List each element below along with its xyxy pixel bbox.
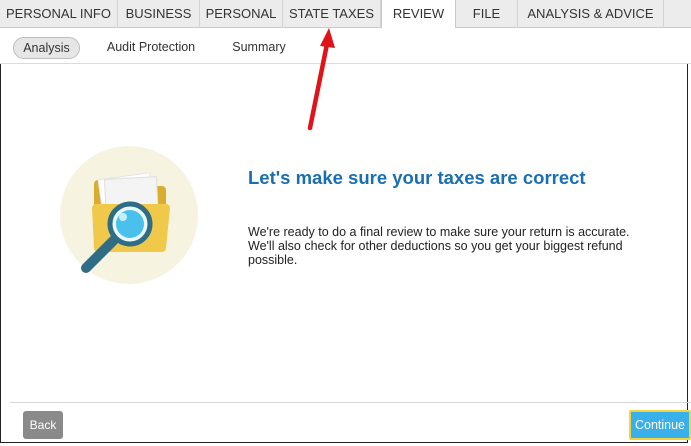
tab-business[interactable]: BUSINESS — [118, 0, 200, 28]
continue-button[interactable]: Continue — [629, 410, 691, 440]
tab-file[interactable]: FILE — [456, 0, 518, 28]
page-heading: Let's make sure your taxes are correct — [248, 167, 586, 188]
back-button[interactable]: Back — [23, 411, 63, 439]
subnav-analysis[interactable]: Analysis — [13, 37, 80, 59]
footer-divider — [10, 402, 691, 403]
tab-state-taxes[interactable]: STATE TAXES — [283, 0, 381, 28]
sub-nav: Analysis Audit Protection Summary — [0, 28, 691, 64]
review-illustration — [60, 146, 198, 284]
review-description: We're ready to do a final review to make… — [248, 225, 630, 267]
subnav-audit-protection[interactable]: Audit Protection — [96, 37, 206, 59]
tab-personal-info[interactable]: PERSONAL INFO — [0, 0, 118, 28]
folder-magnifier-icon — [81, 172, 170, 273]
tab-review[interactable]: REVIEW — [381, 0, 456, 29]
tab-analysis-advice[interactable]: ANALYSIS & ADVICE — [518, 0, 664, 28]
top-nav: PERSONAL INFO BUSINESS PERSONAL STATE TA… — [0, 0, 691, 29]
tab-personal[interactable]: PERSONAL — [200, 0, 283, 28]
subnav-summary[interactable]: Summary — [224, 37, 294, 59]
